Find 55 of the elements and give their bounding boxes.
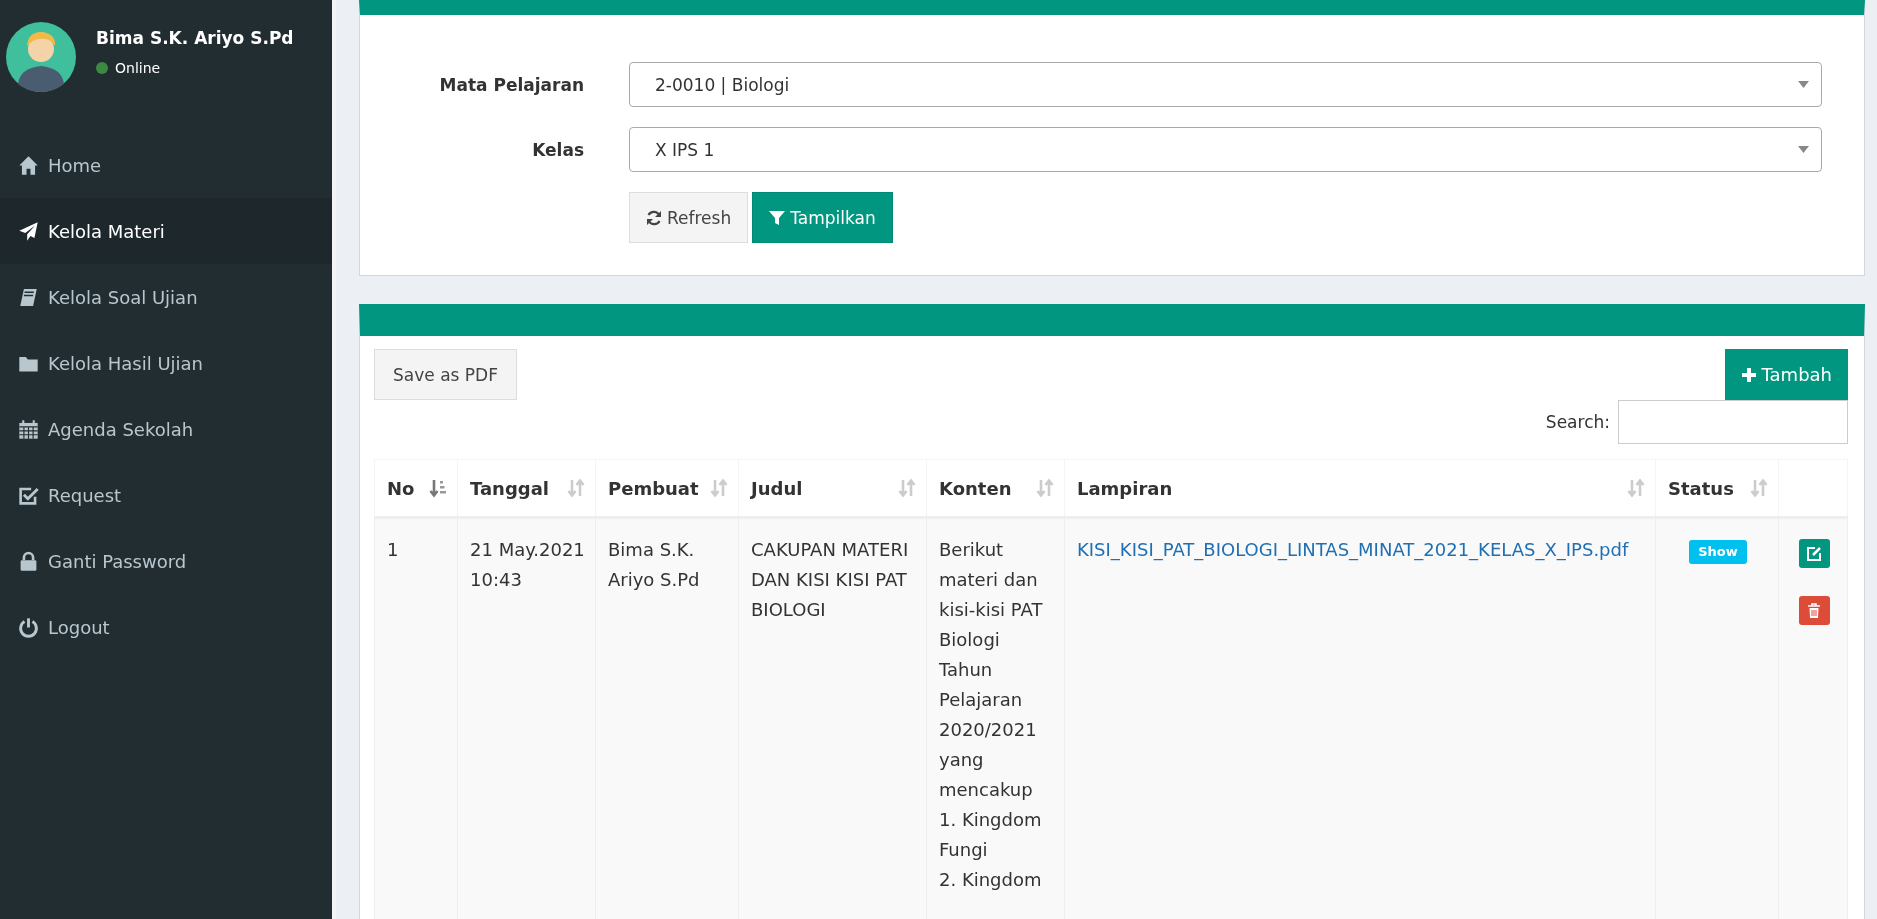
select-field[interactable]: 2-0010 | Biologi — [629, 62, 1822, 107]
sidebar-item[interactable]: Logout — [0, 594, 332, 660]
trash-icon — [1806, 602, 1822, 619]
avatar-icon — [6, 22, 76, 92]
sidebar-item[interactable]: Ganti Password — [0, 528, 332, 594]
add-button[interactable]: Tambah — [1724, 349, 1848, 400]
column-header[interactable]: Status — [1668, 477, 1734, 499]
sidebar-item[interactable]: Request — [0, 462, 332, 528]
status-badge: Show — [1689, 540, 1747, 564]
column-header[interactable]: Judul — [751, 477, 803, 499]
refresh-icon — [646, 209, 662, 226]
sort-icon[interactable] — [1627, 478, 1645, 498]
edit-icon — [1806, 545, 1822, 562]
book-icon — [18, 286, 39, 308]
sidebar-item[interactable]: Home — [0, 132, 332, 198]
select-field[interactable]: X IPS 1 — [629, 127, 1822, 172]
sort-icon[interactable] — [1750, 478, 1768, 498]
plus-icon — [1740, 366, 1757, 383]
search-field[interactable] — [1618, 400, 1848, 444]
sidebar-item[interactable]: Agenda Sekolah — [0, 396, 332, 462]
sidebar-item[interactable]: Kelola Hasil Ujian — [0, 330, 332, 396]
search-label: Search: — [1545, 412, 1610, 432]
sort-icon[interactable] — [1036, 478, 1054, 498]
filter-icon — [769, 209, 786, 226]
table-cell: Berikut materi dan kisi-kisi PAT Biologi Tahun Pelajaran 2020/2021 yang mencakup 1. Kingdom Fungi 2. Kingdom — [939, 539, 1043, 890]
delete-button[interactable] — [1798, 596, 1830, 625]
sort-icon[interactable] — [567, 478, 585, 498]
paper-plane-icon — [18, 220, 39, 242]
field-label: Kelas — [531, 139, 584, 160]
save-pdf-button[interactable]: Save as PDF — [374, 349, 517, 400]
field-label: Mata Pelajaran — [438, 74, 584, 95]
table-cell: 1 — [387, 539, 399, 560]
caret-icon — [1798, 81, 1809, 88]
sort-icon[interactable] — [710, 478, 728, 498]
sidebar-item[interactable]: Kelola Soal Ujian — [0, 264, 332, 330]
user-name: Bima S.K. Ariyo S.Pd — [96, 28, 294, 48]
sort-ascending-icon[interactable] — [429, 478, 447, 498]
column-header[interactable]: No — [387, 477, 415, 499]
table-cell: 21 May.2021 10:43 — [470, 539, 585, 590]
caret-icon — [1798, 146, 1809, 153]
column-header[interactable]: Lampiran — [1077, 477, 1173, 499]
home-icon — [18, 154, 39, 176]
power-icon — [18, 616, 39, 638]
attachment-link[interactable]: KISI_KISI_PAT_BIOLOGI_LINTAS_MINAT_2021_KELAS_X_IPS.pdf — [1077, 539, 1629, 560]
sort-icon[interactable] — [898, 478, 916, 498]
lock-icon — [18, 550, 39, 572]
sidebar-item[interactable]: Kelola Materi — [0, 198, 332, 264]
refresh-button[interactable]: Refresh — [629, 192, 749, 243]
calendar-icon — [18, 418, 39, 440]
show-button[interactable]: Tampilkan — [752, 192, 893, 243]
edit-button[interactable] — [1798, 539, 1830, 568]
table-cell: Bima S.K. Ariyo S.Pd — [608, 539, 700, 590]
table-cell: CAKUPAN MATERI DAN KISI KISI PAT BIOLOGI — [751, 539, 909, 620]
column-header[interactable]: Konten — [939, 477, 1012, 499]
user-status: Online — [115, 60, 161, 76]
